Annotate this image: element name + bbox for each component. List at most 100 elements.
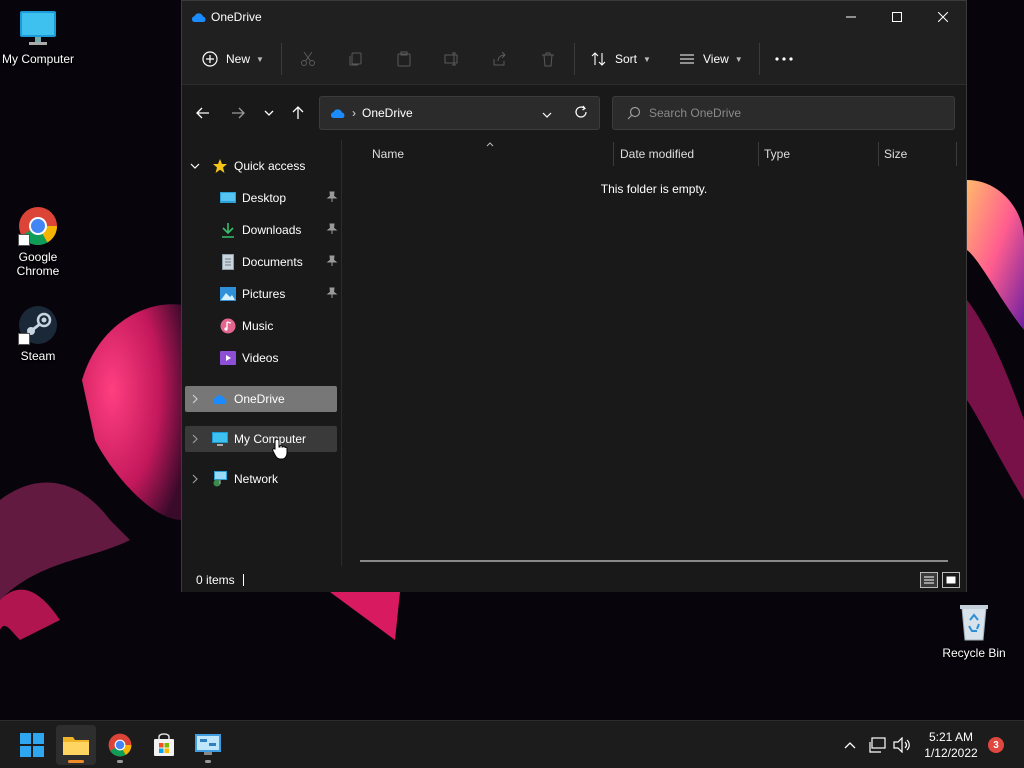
delete-button[interactable] bbox=[538, 49, 558, 69]
minimize-button[interactable] bbox=[828, 1, 874, 32]
show-hidden-icons-icon bbox=[844, 741, 856, 748]
address-dropdown-button[interactable] bbox=[542, 107, 552, 121]
new-button[interactable]: New ▼ bbox=[202, 43, 264, 75]
sidebar-item-videos[interactable]: Videos bbox=[220, 345, 338, 371]
chevron-right-icon bbox=[192, 474, 198, 484]
forward-button[interactable] bbox=[227, 103, 249, 123]
horizontal-scrollbar[interactable] bbox=[360, 560, 948, 562]
paste-icon bbox=[397, 51, 411, 67]
sort-button[interactable]: Sort ▼ bbox=[591, 43, 651, 75]
back-arrow-icon bbox=[196, 107, 209, 119]
chevron-down-icon: ▼ bbox=[734, 54, 743, 64]
up-button[interactable] bbox=[287, 103, 309, 123]
details-view-button[interactable] bbox=[920, 572, 938, 588]
column-separator[interactable] bbox=[956, 142, 957, 166]
desktop-icon-recycle-bin[interactable]: Recycle Bin bbox=[936, 602, 1012, 660]
my-computer-expand-toggle[interactable] bbox=[190, 434, 200, 444]
desktop-icon-label: Google Chrome bbox=[16, 250, 60, 278]
rename-button[interactable] bbox=[442, 49, 462, 69]
column-header-label: Name bbox=[372, 147, 405, 161]
maximize-button[interactable] bbox=[874, 1, 920, 32]
search-box[interactable] bbox=[612, 96, 955, 130]
sidebar-item-desktop[interactable]: Desktop bbox=[220, 185, 338, 211]
address-bar[interactable]: › OneDrive bbox=[319, 96, 600, 130]
column-separator[interactable] bbox=[878, 142, 879, 166]
onedrive-expand-toggle[interactable] bbox=[190, 394, 200, 404]
volume-button[interactable] bbox=[892, 735, 912, 755]
documents-icon bbox=[220, 254, 236, 270]
up-arrow-icon bbox=[292, 106, 304, 119]
view-button-label: View bbox=[703, 52, 729, 66]
recent-locations-button[interactable] bbox=[258, 103, 280, 123]
more-options-button[interactable] bbox=[774, 49, 794, 69]
sidebar-item-documents[interactable]: Documents bbox=[220, 249, 338, 275]
maximize-icon bbox=[892, 11, 902, 22]
share-button[interactable] bbox=[490, 49, 510, 69]
taskbar-chrome[interactable] bbox=[100, 725, 140, 765]
refresh-icon bbox=[575, 105, 587, 118]
column-separator[interactable] bbox=[758, 142, 759, 166]
search-icon bbox=[627, 106, 641, 120]
onedrive-cloud-icon bbox=[330, 108, 345, 118]
chevron-down-icon: ▼ bbox=[256, 54, 264, 64]
desktop-icon-label: Recycle Bin bbox=[942, 646, 1006, 660]
running-app-indicator bbox=[117, 760, 123, 763]
quick-access-collapse-toggle[interactable] bbox=[190, 161, 200, 171]
title-bar[interactable]: OneDrive bbox=[182, 1, 966, 33]
command-separator bbox=[281, 43, 282, 75]
copy-button[interactable] bbox=[346, 49, 366, 69]
sidebar-item-onedrive[interactable]: OneDrive bbox=[212, 386, 332, 412]
close-button[interactable] bbox=[920, 1, 966, 32]
sidebar-item-quick-access[interactable]: Quick access bbox=[212, 153, 332, 179]
network-expand-toggle[interactable] bbox=[190, 474, 200, 484]
search-input[interactable] bbox=[649, 106, 939, 120]
back-button[interactable] bbox=[192, 103, 214, 123]
sidebar-item-label: Pictures bbox=[242, 287, 286, 301]
view-button[interactable]: View ▼ bbox=[679, 43, 743, 75]
large-icons-view-button[interactable] bbox=[942, 572, 960, 588]
copy-icon bbox=[349, 52, 362, 66]
sidebar-item-network[interactable]: Network bbox=[212, 466, 332, 492]
delete-icon bbox=[542, 52, 554, 67]
network-status-button[interactable] bbox=[868, 735, 888, 755]
pin-icon bbox=[326, 255, 338, 266]
sidebar-item-downloads[interactable]: Downloads bbox=[220, 217, 338, 243]
sidebar-item-label: My Computer bbox=[234, 432, 307, 446]
system-clock[interactable]: 5:21 AM 1/12/2022 bbox=[916, 729, 986, 761]
videos-icon bbox=[220, 350, 236, 366]
minimize-icon bbox=[846, 16, 856, 17]
column-separator[interactable] bbox=[613, 142, 614, 166]
desktop-icon-google-chrome[interactable]: Google Chrome bbox=[0, 206, 76, 278]
new-button-label: New bbox=[226, 52, 251, 66]
plus-circle-icon bbox=[202, 51, 218, 67]
column-header-date-modified[interactable]: Date modified bbox=[620, 140, 758, 168]
desktop-icon-label: My Computer bbox=[1, 52, 75, 66]
column-header-type[interactable]: Type bbox=[764, 140, 878, 168]
refresh-button[interactable] bbox=[574, 105, 588, 122]
taskbar-control-panel[interactable] bbox=[188, 725, 228, 765]
taskbar-file-explorer[interactable] bbox=[56, 725, 96, 765]
desktop-icon-my-computer[interactable]: My Computer bbox=[0, 8, 76, 66]
paste-button[interactable] bbox=[394, 49, 414, 69]
share-icon bbox=[493, 51, 506, 66]
recent-chevron-icon bbox=[264, 110, 274, 116]
show-hidden-icons-button[interactable] bbox=[840, 735, 860, 755]
breadcrumb-onedrive[interactable]: OneDrive bbox=[362, 106, 413, 120]
breadcrumb-chevron-icon: › bbox=[352, 106, 356, 120]
cut-button[interactable] bbox=[298, 49, 318, 69]
notification-badge[interactable]: 3 bbox=[988, 737, 1004, 753]
column-header-size[interactable]: Size bbox=[884, 140, 956, 168]
shortcut-arrow-icon bbox=[18, 234, 30, 246]
volume-icon bbox=[893, 737, 910, 753]
sort-icon bbox=[591, 52, 606, 66]
sort-ascending-icon bbox=[486, 142, 494, 147]
sidebar-item-music[interactable]: Music bbox=[220, 313, 338, 339]
taskbar-store[interactable] bbox=[144, 725, 184, 765]
file-explorer-window: OneDrive New ▼ Sort ▼ View ▼ › OneDrive … bbox=[181, 0, 967, 592]
navigation-pane: Quick access Desktop Downloads Documents bbox=[182, 140, 342, 566]
desktop-icon-steam[interactable]: Steam bbox=[0, 305, 76, 363]
pin-icon bbox=[326, 191, 338, 202]
start-button[interactable] bbox=[12, 725, 52, 765]
sidebar-item-pictures[interactable]: Pictures bbox=[220, 281, 338, 307]
sidebar-item-label: Music bbox=[242, 319, 274, 333]
